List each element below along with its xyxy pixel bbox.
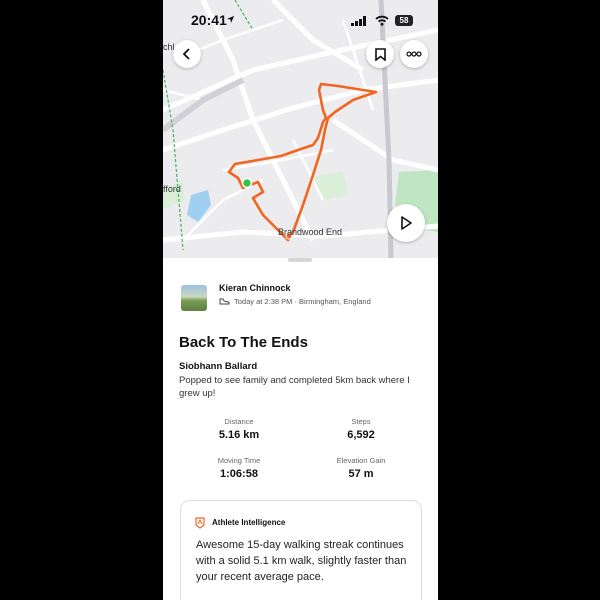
stat-moving-time: Moving Time 1:06:58 — [179, 456, 299, 480]
bookmark-button[interactable] — [366, 40, 394, 68]
play-flyover-button[interactable] — [387, 204, 425, 242]
activity-meta-text: Today at 2:38 PM · Birmingham, England — [234, 297, 371, 306]
avatar[interactable] — [181, 285, 207, 311]
stat-label: Moving Time — [217, 456, 261, 465]
stat-value: 5.16 km — [218, 429, 260, 441]
stat-elevation-gain: Elevation Gain 57 m — [301, 456, 421, 480]
status-time: 20:41 — [191, 12, 227, 28]
activity-description: Popped to see family and completed 5km b… — [179, 375, 410, 399]
athlete-intelligence-title: Athlete Intelligence — [212, 518, 286, 527]
start-marker — [241, 177, 253, 189]
signal-icon — [351, 16, 366, 26]
sheet-handle[interactable] — [288, 258, 312, 262]
stat-steps: Steps 6,592 — [301, 417, 421, 441]
stat-label: Distance — [224, 417, 254, 426]
route-map[interactable]: 20:41 58 Brandwood End fford chl — [163, 0, 438, 258]
athlete-name[interactable]: Kieran Chinnock — [219, 283, 291, 293]
stat-label: Elevation Gain — [336, 456, 386, 465]
map-label-chl: chl — [163, 42, 175, 52]
stat-label: Steps — [351, 417, 371, 426]
wifi-icon — [375, 15, 389, 26]
stat-value: 6,592 — [347, 429, 375, 441]
athlete-intelligence-icon — [195, 517, 205, 529]
more-icon — [406, 51, 422, 57]
athlete-intelligence-text: Awesome 15-day walking streak continues … — [196, 539, 407, 583]
activity-meta: Today at 2:38 PM · Birmingham, England — [219, 297, 371, 306]
athlete-intelligence-card[interactable]: Athlete Intelligence Awesome 15-day walk… — [180, 500, 422, 600]
stat-distance: Distance 5.16 km — [179, 417, 299, 441]
battery-icon: 58 — [395, 15, 413, 26]
back-chevron-icon — [182, 48, 190, 60]
activity-title: Back To The Ends — [179, 334, 308, 351]
location-arrow-icon — [226, 15, 235, 24]
activity-screen: 20:41 58 Brandwood End fford chl Kieran … — [163, 0, 438, 600]
status-bar: 20:41 58 — [163, 12, 438, 32]
stat-value: 1:06:58 — [220, 468, 258, 480]
map-label-fford: fford — [163, 184, 181, 194]
play-icon — [401, 216, 412, 230]
bookmark-icon — [374, 47, 386, 61]
map-label-brandwood: Brandwood End — [278, 227, 343, 237]
stat-value: 57 m — [348, 468, 374, 480]
tagged-athlete[interactable]: Siobhann Ballard — [179, 361, 257, 372]
shoe-icon — [219, 298, 230, 305]
back-button[interactable] — [173, 40, 201, 68]
more-options-button[interactable] — [400, 40, 428, 68]
